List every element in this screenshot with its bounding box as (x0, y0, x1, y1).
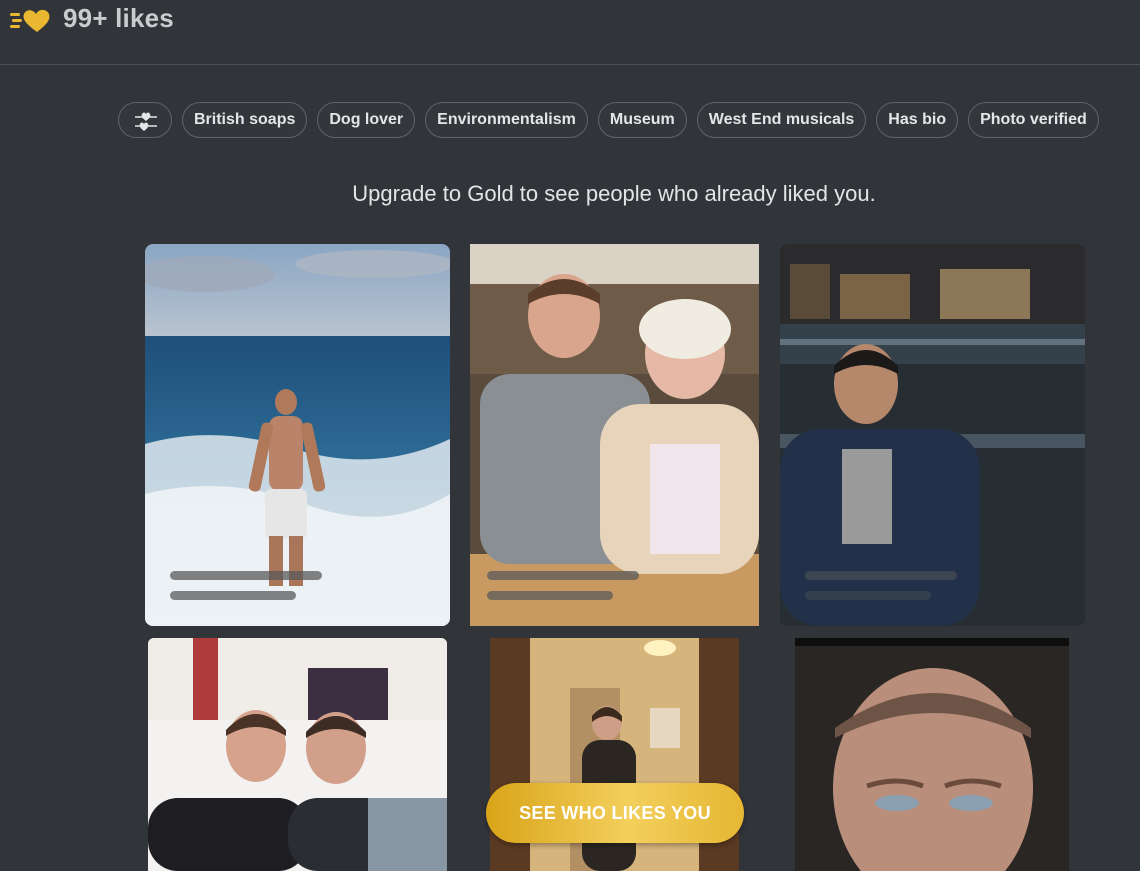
upgrade-message: Upgrade to Gold to see people who alread… (352, 181, 876, 206)
profile-photo (780, 244, 1085, 626)
blurred-detail-placeholder (487, 591, 613, 600)
liked-profile-card[interactable] (470, 244, 759, 626)
likes-count-title: 99+ likes (63, 3, 174, 33)
liked-profile-card[interactable] (148, 638, 447, 871)
liked-profile-card[interactable] (795, 638, 1069, 871)
profile-photo (148, 638, 447, 871)
profile-photo (145, 244, 450, 626)
see-who-likes-you-button[interactable]: SEE WHO LIKES YOU (486, 783, 744, 843)
profile-photo (795, 638, 1069, 871)
profile-photo (470, 244, 759, 626)
gold-heart-icon (10, 4, 54, 34)
filter-chip-row: British soaps Dog lover Environmentalism Mu… (118, 102, 1118, 142)
filter-chip-british-soaps[interactable]: British soaps (182, 102, 308, 138)
filter-chip-west-end-musicals[interactable]: West End musicals (696, 102, 867, 138)
blurred-name-placeholder (170, 571, 322, 580)
heart-slider-icon (133, 108, 159, 142)
blurred-name-placeholder (487, 571, 639, 580)
blurred-name-placeholder (805, 571, 957, 580)
filter-settings-button[interactable] (118, 102, 172, 138)
filter-chip-environmentalism[interactable]: Environmentalism (425, 102, 588, 138)
blurred-detail-placeholder (170, 591, 296, 600)
top-bar: 99+ likes (0, 0, 1140, 65)
liked-profile-card[interactable] (145, 244, 450, 626)
liked-profile-card[interactable] (780, 244, 1085, 626)
blurred-detail-placeholder (805, 591, 931, 600)
filter-chip-dog-lover[interactable]: Dog lover (317, 102, 416, 138)
filter-chip-museum[interactable]: Museum (597, 102, 687, 138)
filter-chip-photo-verified[interactable]: Photo verified (968, 102, 1099, 138)
filter-chip-has-bio[interactable]: Has bio (876, 102, 959, 138)
